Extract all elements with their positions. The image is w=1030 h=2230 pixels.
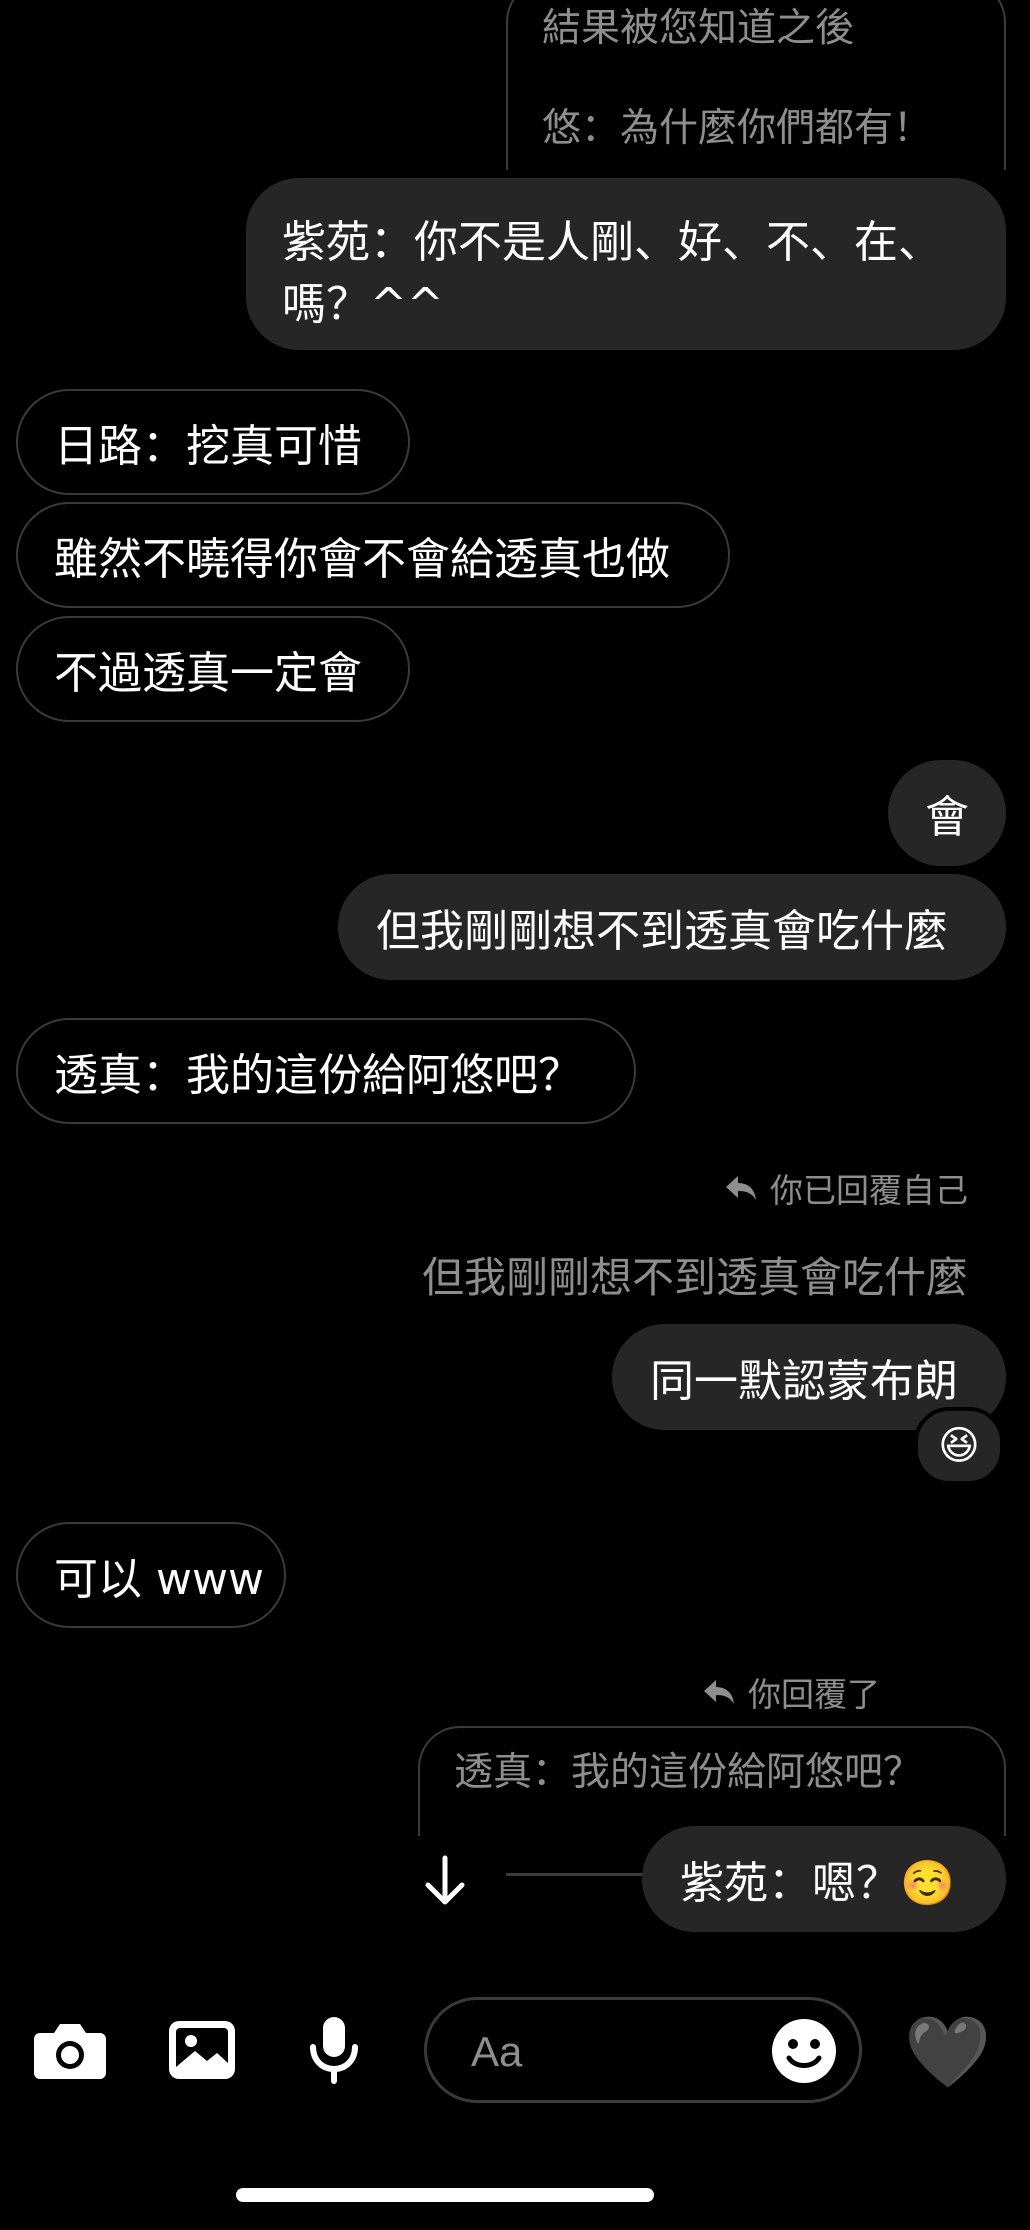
reply-arrow-icon <box>726 1176 756 1200</box>
sticker-icon <box>772 2019 836 2083</box>
microphone-icon <box>310 2017 358 2084</box>
message-text-line-2: 嗎？^^ <box>282 279 444 330</box>
sticker-button[interactable] <box>771 2018 837 2084</box>
reply-label-text: 你已回覆自己 <box>770 1171 968 1210</box>
divider-line <box>506 1873 656 1876</box>
quoted-message-text[interactable]: 但我剛剛想不到透真會吃什麼 <box>422 1244 968 1305</box>
message-text: 雖然不曉得你會不會給透真也做 <box>54 534 670 585</box>
scroll-to-bottom-button[interactable] <box>414 1850 476 1912</box>
sent-message-bubble[interactable]: 紫苑：嗯？☺️ <box>642 1826 1006 1932</box>
gallery-button[interactable] <box>162 2010 242 2090</box>
arrow-down-icon <box>425 1855 465 1905</box>
message-text: 可以 www <box>54 1554 264 1605</box>
quoted-line-1: 結果被您知道之後 <box>542 6 855 51</box>
sent-message-bubble[interactable]: 紫苑：你不是人剛、好、不、在、 嗎？^^ <box>246 178 1006 350</box>
gallery-icon <box>169 2021 235 2079</box>
reply-arrow-icon <box>704 1680 734 1704</box>
message-text-line-1: 紫苑：你不是人剛、好、不、在、 <box>282 217 942 268</box>
message-text: 會 <box>925 792 969 843</box>
message-text: 日路：挖真可惜 <box>54 421 362 472</box>
reply-label: 你已回覆自己 <box>724 1164 968 1212</box>
home-indicator <box>236 2188 654 2202</box>
reaction-emoji: 😆 <box>938 1423 980 1469</box>
reply-label-text: 你回覆了 <box>748 1675 880 1714</box>
sent-message-bubble[interactable]: 會 <box>888 760 1006 866</box>
message-text: 紫苑：嗯？☺️ <box>680 1858 955 1909</box>
received-message-bubble[interactable]: 雖然不曉得你會不會給透真也做 <box>16 502 730 608</box>
quoted-message-box[interactable]: 結果被您知道之後 悠：為什麼你們都有！ <box>506 0 1006 170</box>
message-text: 不過透真一定會 <box>54 648 362 699</box>
message-text: 但我剛剛想不到透真會吃什麼 <box>376 906 948 957</box>
quoted-message-box[interactable]: 透真：我的這份給阿悠吧？ <box>418 1726 1006 1836</box>
received-message-bubble[interactable]: 不過透真一定會 <box>16 616 410 722</box>
camera-icon <box>34 2024 106 2079</box>
reply-label: 你回覆了 <box>702 1668 880 1716</box>
quoted-line-2: 悠：為什麼你們都有！ <box>542 106 933 151</box>
camera-button[interactable] <box>30 2010 110 2090</box>
received-message-bubble[interactable]: 可以 www <box>16 1522 286 1628</box>
quoted-line-1: 透真：我的這份給阿悠吧？ <box>454 1750 923 1795</box>
heart-icon: 🖤 <box>904 2011 992 2093</box>
message-text: 同一默認蒙布朗 <box>650 1356 958 1407</box>
message-input[interactable] <box>469 2020 743 2084</box>
microphone-button[interactable] <box>294 2010 374 2090</box>
like-button[interactable]: 🖤 <box>904 2008 992 2096</box>
sent-message-bubble[interactable]: 但我剛剛想不到透真會吃什麼 <box>338 874 1006 980</box>
message-text: 透真：我的這份給阿悠吧？ <box>54 1050 582 1101</box>
reaction-badge[interactable]: 😆 <box>914 1407 1004 1485</box>
received-message-bubble[interactable]: 透真：我的這份給阿悠吧？ <box>16 1018 636 1124</box>
message-composer[interactable] <box>424 1997 862 2103</box>
received-message-bubble[interactable]: 日路：挖真可惜 <box>16 389 410 495</box>
